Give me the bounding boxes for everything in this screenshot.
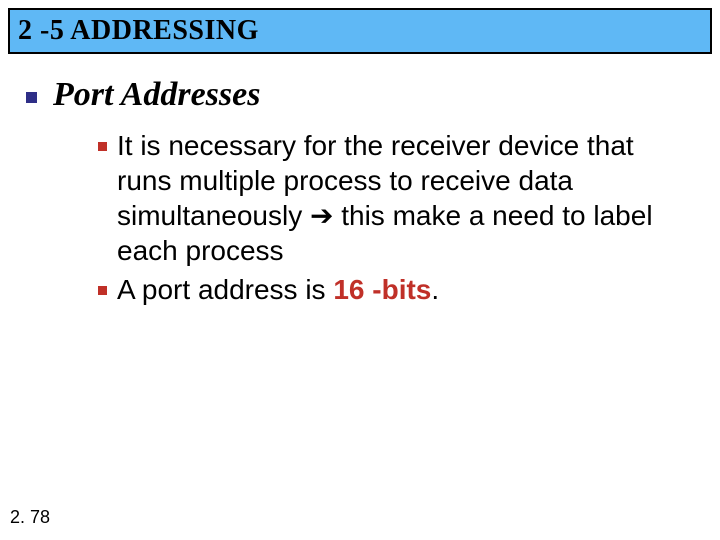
title-bar: 2 -5 ADDRESSING [8,8,712,54]
arrow-icon: ➔ [310,200,333,231]
square-bullet-icon [98,286,107,295]
slide-title: 2 -5 ADDRESSING [18,15,259,47]
heading-row: Port Addresses [26,76,700,114]
square-bullet-icon [98,142,107,151]
content-area: Port Addresses It is necessary for the r… [26,76,700,311]
bits-emphasis: 16 -bits [333,274,431,305]
list-item: It is necessary for the receiver device … [98,128,690,268]
bullet-text-2: A port address is 16 -bits. [117,272,439,307]
text-fragment: . [431,274,439,305]
sub-bullet-list: It is necessary for the receiver device … [98,128,690,307]
bullet-text-1: It is necessary for the receiver device … [117,128,690,268]
page-number: 2. 78 [10,507,50,528]
slide: 2 -5 ADDRESSING Port Addresses It is nec… [0,0,720,540]
square-bullet-icon [26,92,37,103]
text-fragment: A port address is [117,274,333,305]
list-item: A port address is 16 -bits. [98,272,690,307]
heading-text: Port Addresses [53,76,260,114]
